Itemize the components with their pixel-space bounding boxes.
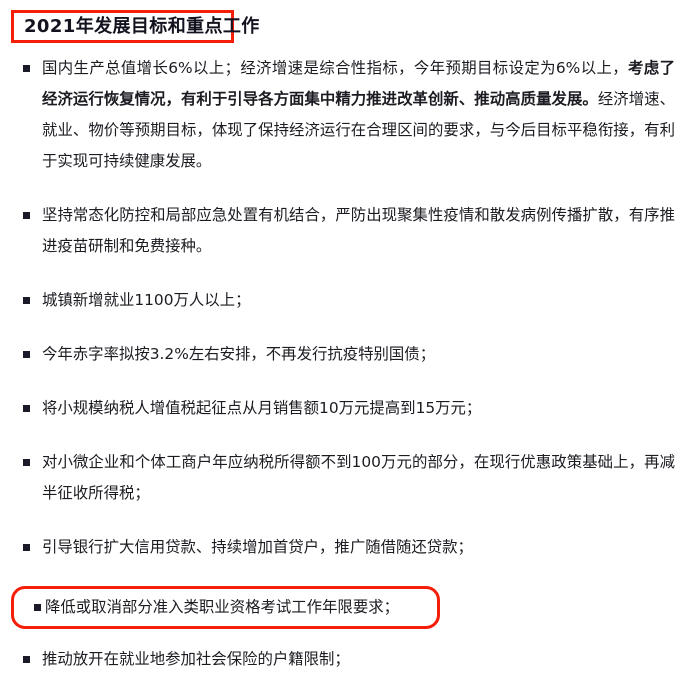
square-bullet-icon <box>23 65 30 72</box>
square-bullet-icon <box>23 351 30 358</box>
list-item-text: 国内生产总值增长6%以上；经济增速是综合性指标，今年预期目标设定为6%以上，考虑… <box>24 53 683 177</box>
list-item: 国内生产总值增长6%以上；经济增速是综合性指标，今年预期目标设定为6%以上，考虑… <box>0 53 691 177</box>
square-bullet-icon <box>23 459 30 466</box>
section-title-box: 2021年发展目标和重点工作 <box>11 10 259 43</box>
square-bullet-icon <box>34 604 41 611</box>
page-title: 2021年发展目标和重点工作 <box>24 15 260 37</box>
list-item: 城镇新增就业1100万人以上； <box>0 285 691 316</box>
list-item: 推动放开在就业地参加社会保险的户籍限制； <box>0 644 691 675</box>
plain-text: 推动放开在就业地参加社会保险的户籍限制； <box>42 650 350 668</box>
plain-text: 引导银行扩大信用贷款、持续增加首贷户，推广随借随还贷款； <box>42 538 473 556</box>
list-item-text: 将小规模纳税人增值税起征点从月销售额10万元提高到15万元； <box>24 393 683 424</box>
square-bullet-icon <box>23 297 30 304</box>
plain-text: 国内生产总值增长6%以上；经济增速是综合性指标，今年预期目标设定为6%以上， <box>42 59 629 77</box>
list-item: 降低或取消部分准入类职业资格考试工作年限要求； <box>11 586 440 629</box>
list-item-text: 今年赤字率拟按3.2%左右安排，不再发行抗疫特别国债； <box>24 339 683 370</box>
document-page: 2021年发展目标和重点工作 国内生产总值增长6%以上；经济增速是综合性指标，今… <box>0 0 691 668</box>
square-bullet-icon <box>23 656 30 663</box>
list-item-text: 推动放开在就业地参加社会保险的户籍限制； <box>24 644 683 675</box>
square-bullet-icon <box>23 405 30 412</box>
list-item-text: 降低或取消部分准入类职业资格考试工作年限要求； <box>24 592 429 623</box>
plain-text: 今年赤字率拟按3.2%左右安排，不再发行抗疫特别国债； <box>42 345 436 363</box>
list-item: 坚持常态化防控和局部应急处置有机结合，严防出现聚集性疫情和散发病例传播扩散，有序… <box>0 200 691 262</box>
plain-text: 城镇新增就业1100万人以上； <box>42 291 251 309</box>
plain-text: 降低或取消部分准入类职业资格考试工作年限要求； <box>45 598 399 616</box>
plain-text: 对小微企业和个体工商户年应纳税所得额不到100万元的部分，在现行优惠政策基础上，… <box>42 453 675 502</box>
list-item: 对小微企业和个体工商户年应纳税所得额不到100万元的部分，在现行优惠政策基础上，… <box>0 447 691 509</box>
list-item-text: 城镇新增就业1100万人以上； <box>24 285 683 316</box>
list-item: 今年赤字率拟按3.2%左右安排，不再发行抗疫特别国债； <box>0 339 691 370</box>
list-item-text: 坚持常态化防控和局部应急处置有机结合，严防出现聚集性疫情和散发病例传播扩散，有序… <box>24 200 683 262</box>
square-bullet-icon <box>23 212 30 219</box>
list-item-text: 对小微企业和个体工商户年应纳税所得额不到100万元的部分，在现行优惠政策基础上，… <box>24 447 683 509</box>
plain-text: 将小规模纳税人增值税起征点从月销售额10万元提高到15万元； <box>42 399 482 417</box>
list-item: 将小规模纳税人增值税起征点从月销售额10万元提高到15万元； <box>0 393 691 424</box>
list-item: 引导银行扩大信用贷款、持续增加首贷户，推广随借随还贷款； <box>0 532 691 563</box>
square-bullet-icon <box>23 544 30 551</box>
list-item-text: 引导银行扩大信用贷款、持续增加首贷户，推广随借随还贷款； <box>24 532 683 563</box>
bullet-list: 国内生产总值增长6%以上；经济增速是综合性指标，今年预期目标设定为6%以上，考虑… <box>0 53 691 698</box>
plain-text: 坚持常态化防控和局部应急处置有机结合，严防出现聚集性疫情和散发病例传播扩散，有序… <box>42 206 675 255</box>
